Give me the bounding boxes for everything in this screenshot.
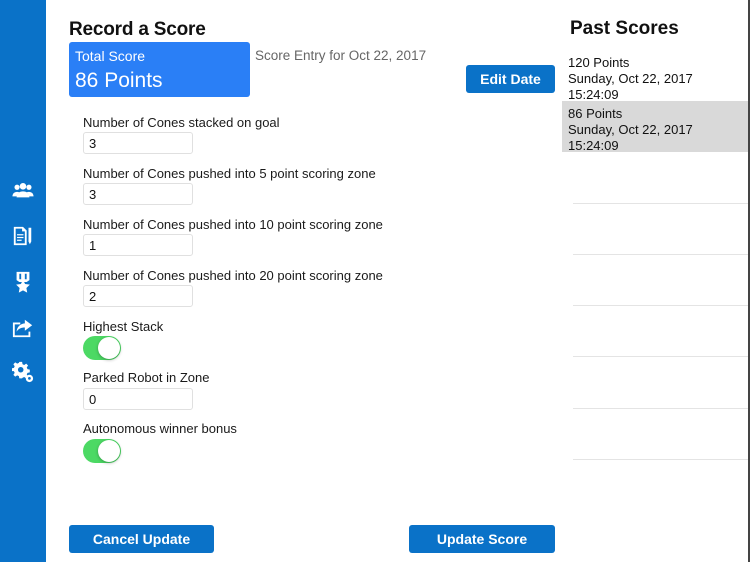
autonomous-bonus-toggle[interactable] — [83, 439, 121, 463]
toggle-knob — [98, 440, 120, 462]
past-score-points: 120 Points — [568, 55, 630, 70]
list-separator — [573, 203, 748, 204]
document-edit-icon[interactable] — [11, 224, 35, 248]
cones-5pt-input[interactable] — [83, 183, 193, 205]
autonomous-bonus-label: Autonomous winner bonus — [83, 421, 237, 436]
past-score-date: Sunday, Oct 22, 2017 15:24:09 — [568, 122, 693, 153]
past-score-item-selected[interactable]: 86 Points Sunday, Oct 22, 2017 15:24:09 — [562, 101, 748, 153]
parked-robot-input[interactable] — [83, 388, 193, 410]
highest-stack-label: Highest Stack — [83, 319, 164, 334]
cones-10pt-input[interactable] — [83, 234, 193, 256]
list-separator — [573, 408, 748, 409]
highest-stack-toggle[interactable] — [83, 336, 121, 360]
update-score-button[interactable]: Update Score — [409, 525, 555, 553]
sidebar — [0, 0, 46, 562]
toggle-knob — [98, 337, 120, 359]
past-scores-list: 120 Points Sunday, Oct 22, 2017 15:24:09… — [562, 50, 748, 153]
score-entry-date: Score Entry for Oct 22, 2017 — [255, 48, 427, 63]
cones-stacked-input[interactable] — [83, 132, 193, 154]
parked-robot-label: Parked Robot in Zone — [83, 370, 210, 385]
edit-date-button[interactable]: Edit Date — [466, 65, 555, 93]
total-score-value: 86 Points — [75, 69, 163, 92]
cones-5pt-label: Number of Cones pushed into 5 point scor… — [83, 166, 376, 181]
award-icon[interactable] — [11, 270, 35, 294]
cones-stacked-label: Number of Cones stacked on goal — [83, 115, 280, 130]
list-separator — [573, 459, 748, 460]
total-score-card: Total Score 86 Points — [69, 42, 250, 97]
page-title: Record a Score — [69, 19, 206, 40]
past-score-date: Sunday, Oct 22, 2017 15:24:09 — [568, 71, 693, 102]
share-icon[interactable] — [11, 316, 35, 340]
list-separator — [573, 254, 748, 255]
cones-20pt-label: Number of Cones pushed into 20 point sco… — [83, 268, 383, 283]
cancel-update-button[interactable]: Cancel Update — [69, 525, 214, 553]
past-score-points: 86 Points — [568, 106, 623, 121]
past-score-item[interactable]: 120 Points Sunday, Oct 22, 2017 15:24:09 — [562, 50, 748, 102]
past-scores-title: Past Scores — [570, 18, 679, 39]
list-separator — [573, 356, 748, 357]
cones-20pt-input[interactable] — [83, 285, 193, 307]
team-icon[interactable] — [11, 178, 35, 202]
settings-icon[interactable] — [11, 360, 35, 384]
cones-10pt-label: Number of Cones pushed into 10 point sco… — [83, 217, 383, 232]
list-separator — [573, 305, 748, 306]
total-score-label: Total Score — [75, 48, 146, 64]
